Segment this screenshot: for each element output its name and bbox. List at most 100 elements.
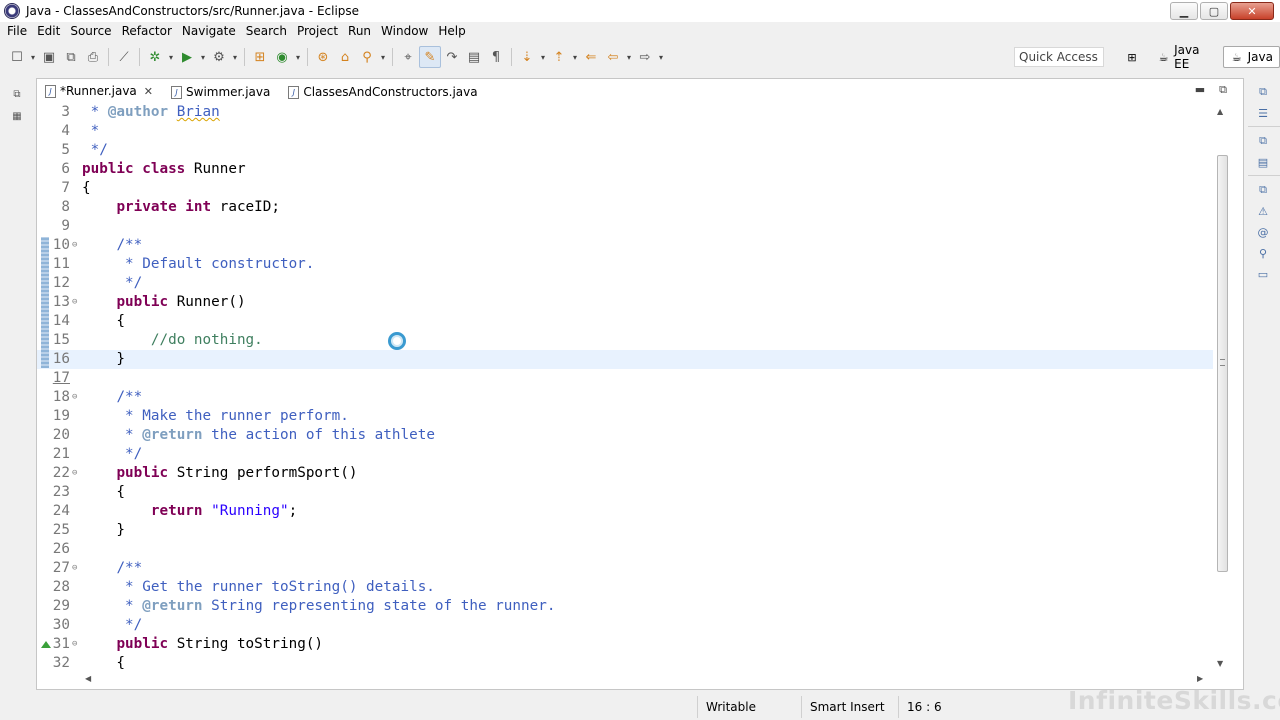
code-line[interactable]: 9 — [37, 217, 1213, 236]
scroll-left-icon[interactable]: ◀ — [85, 674, 91, 683]
vertical-scrollbar[interactable]: ▲ ▼ — [1213, 103, 1231, 673]
run-icon[interactable]: ▶ — [176, 46, 198, 68]
fold-toggle-icon[interactable]: ⊖ — [72, 464, 77, 483]
external-tools-dropdown-icon[interactable]: ▾ — [230, 53, 240, 62]
code-line[interactable]: 11 * Default constructor. — [37, 255, 1213, 274]
restore-icon[interactable]: ⧉ — [1253, 132, 1273, 150]
scroll-right-icon[interactable]: ▶ — [1197, 674, 1203, 683]
fold-toggle-icon[interactable]: ⊖ — [72, 236, 77, 255]
restore-icon[interactable]: ⧉ — [1253, 83, 1273, 101]
code-line[interactable]: 16 } — [37, 350, 1213, 369]
menu-project[interactable]: Project — [292, 22, 343, 41]
new-icon[interactable]: ☐ — [6, 46, 28, 68]
code-line[interactable]: 7{ — [37, 179, 1213, 198]
search-dropdown-icon[interactable]: ▾ — [378, 53, 388, 62]
code-line[interactable]: 24 return "Running"; — [37, 502, 1213, 521]
previous-annotation-dropdown-icon[interactable]: ▾ — [570, 53, 580, 62]
code-line[interactable]: 20 * @return the action of this athlete — [37, 426, 1213, 445]
menu-refactor[interactable]: Refactor — [117, 22, 177, 41]
last-edit-location-icon[interactable]: ⇐ — [580, 46, 602, 68]
maximize-icon[interactable]: ⧉ — [1219, 83, 1227, 97]
toggle-block-selection-icon[interactable]: ▤ — [463, 46, 485, 68]
debug-dropdown-icon[interactable]: ▾ — [166, 53, 176, 62]
code-line[interactable]: 29 * @return String representing state o… — [37, 597, 1213, 616]
code-line[interactable]: 30 */ — [37, 616, 1213, 635]
scroll-down-icon[interactable]: ▼ — [1217, 659, 1223, 668]
javadoc-icon[interactable]: @ — [1253, 223, 1273, 241]
code-line[interactable]: 13 ⊖ public Runner() — [37, 293, 1213, 312]
save-icon[interactable]: ▣ — [38, 46, 60, 68]
back-icon[interactable]: ⇦ — [602, 46, 624, 68]
console-icon[interactable]: ▭ — [1253, 265, 1273, 283]
open-type-icon[interactable]: ⊛ — [312, 46, 334, 68]
code-line[interactable]: 21 */ — [37, 445, 1213, 464]
perspective-java-ee[interactable]: ☕ Java EE — [1150, 43, 1223, 71]
code-editor[interactable]: 3 * @author Brian 4 * 5 */6 public class Ru… — [37, 103, 1213, 679]
toggle-mark-occurrences-icon[interactable]: ✎ — [419, 46, 441, 68]
new-dropdown-icon[interactable]: ▾ — [28, 53, 38, 62]
fold-toggle-icon[interactable]: ⊖ — [72, 293, 77, 312]
code-line[interactable]: 14 { — [37, 312, 1213, 331]
previous-annotation-icon[interactable]: ⇡ — [548, 46, 570, 68]
task-list-icon[interactable]: ☰ — [1253, 104, 1273, 122]
horizontal-scrollbar[interactable]: ◀ ▶ — [81, 673, 1213, 687]
quick-access-input[interactable]: Quick Access — [1014, 47, 1104, 67]
tab-classesandconstructors-java[interactable]: J ClassesAndConstructors.java — [280, 81, 487, 103]
minimize-button[interactable]: ▁ — [1170, 2, 1198, 20]
close-tab-icon[interactable]: ✕ — [144, 85, 153, 98]
external-tools-icon[interactable]: ⚙ — [208, 46, 230, 68]
toggle-word-wrap-icon[interactable]: ↷ — [441, 46, 463, 68]
menu-run[interactable]: Run — [343, 22, 376, 41]
toggle-ant-editor-icon[interactable]: ⌖ — [397, 46, 419, 68]
forward-icon[interactable]: ⇨ — [634, 46, 656, 68]
code-line[interactable]: 18 ⊖ /** — [37, 388, 1213, 407]
debug-icon[interactable]: ✲ — [144, 46, 166, 68]
close-button[interactable]: ✕ — [1230, 2, 1274, 20]
skip-breakpoints-icon[interactable]: ⟋ — [113, 46, 135, 68]
code-line[interactable]: 28 * Get the runner toString() details. — [37, 578, 1213, 597]
show-whitespace-icon[interactable]: ¶ — [485, 46, 507, 68]
menu-edit[interactable]: Edit — [32, 22, 65, 41]
code-line[interactable]: 3 * @author Brian — [37, 103, 1213, 122]
outline-icon[interactable]: ▤ — [1253, 153, 1273, 171]
perspective-java[interactable]: ☕ Java — [1222, 46, 1280, 68]
code-line[interactable]: 31 ⊖ public String toString() — [37, 635, 1213, 654]
minimize-icon[interactable]: ▬ — [1195, 83, 1205, 97]
code-line[interactable]: 23 { — [37, 483, 1213, 502]
new-java-class-icon[interactable]: ◉ — [271, 46, 293, 68]
new-class-dropdown-icon[interactable]: ▾ — [293, 53, 303, 62]
declaration-icon[interactable]: ⚲ — [1253, 244, 1273, 262]
new-java-package-icon[interactable]: ⊞ — [249, 46, 271, 68]
code-line[interactable]: 32 { — [37, 654, 1213, 673]
next-annotation-icon[interactable]: ⇣ — [516, 46, 538, 68]
open-perspective-button[interactable]: ⊞ — [1118, 46, 1150, 68]
package-explorer-icon[interactable]: ▦ — [7, 108, 27, 124]
restore-icon[interactable]: ⧉ — [1253, 181, 1273, 199]
maximize-button[interactable]: ▢ — [1200, 2, 1228, 20]
scroll-up-icon[interactable]: ▲ — [1217, 107, 1223, 116]
fold-toggle-icon[interactable]: ⊖ — [72, 559, 77, 578]
problems-icon[interactable]: ⚠ — [1253, 202, 1273, 220]
search-icon[interactable]: ⚲ — [356, 46, 378, 68]
forward-dropdown-icon[interactable]: ▾ — [656, 53, 666, 62]
code-line[interactable]: 22 ⊖ public String performSport() — [37, 464, 1213, 483]
code-line[interactable]: 27 ⊖ /** — [37, 559, 1213, 578]
scrollbar-thumb[interactable] — [1217, 155, 1228, 572]
run-dropdown-icon[interactable]: ▾ — [198, 53, 208, 62]
menu-help[interactable]: Help — [433, 22, 470, 41]
menu-window[interactable]: Window — [376, 22, 433, 41]
menu-navigate[interactable]: Navigate — [177, 22, 241, 41]
code-line[interactable]: 17 — [37, 369, 1213, 388]
menu-source[interactable]: Source — [65, 22, 116, 41]
fold-toggle-icon[interactable]: ⊖ — [72, 635, 77, 654]
fold-toggle-icon[interactable]: ⊖ — [72, 388, 77, 407]
print-icon[interactable]: ⎙ — [82, 46, 104, 68]
code-line[interactable]: 26 — [37, 540, 1213, 559]
code-line[interactable]: 4 * — [37, 122, 1213, 141]
code-line[interactable]: 10 ⊖ /** — [37, 236, 1213, 255]
next-annotation-dropdown-icon[interactable]: ▾ — [538, 53, 548, 62]
code-line[interactable]: 8 private int raceID; — [37, 198, 1213, 217]
menu-search[interactable]: Search — [241, 22, 292, 41]
tab-swimmer-java[interactable]: J Swimmer.java — [163, 81, 280, 103]
code-line[interactable]: 25 } — [37, 521, 1213, 540]
